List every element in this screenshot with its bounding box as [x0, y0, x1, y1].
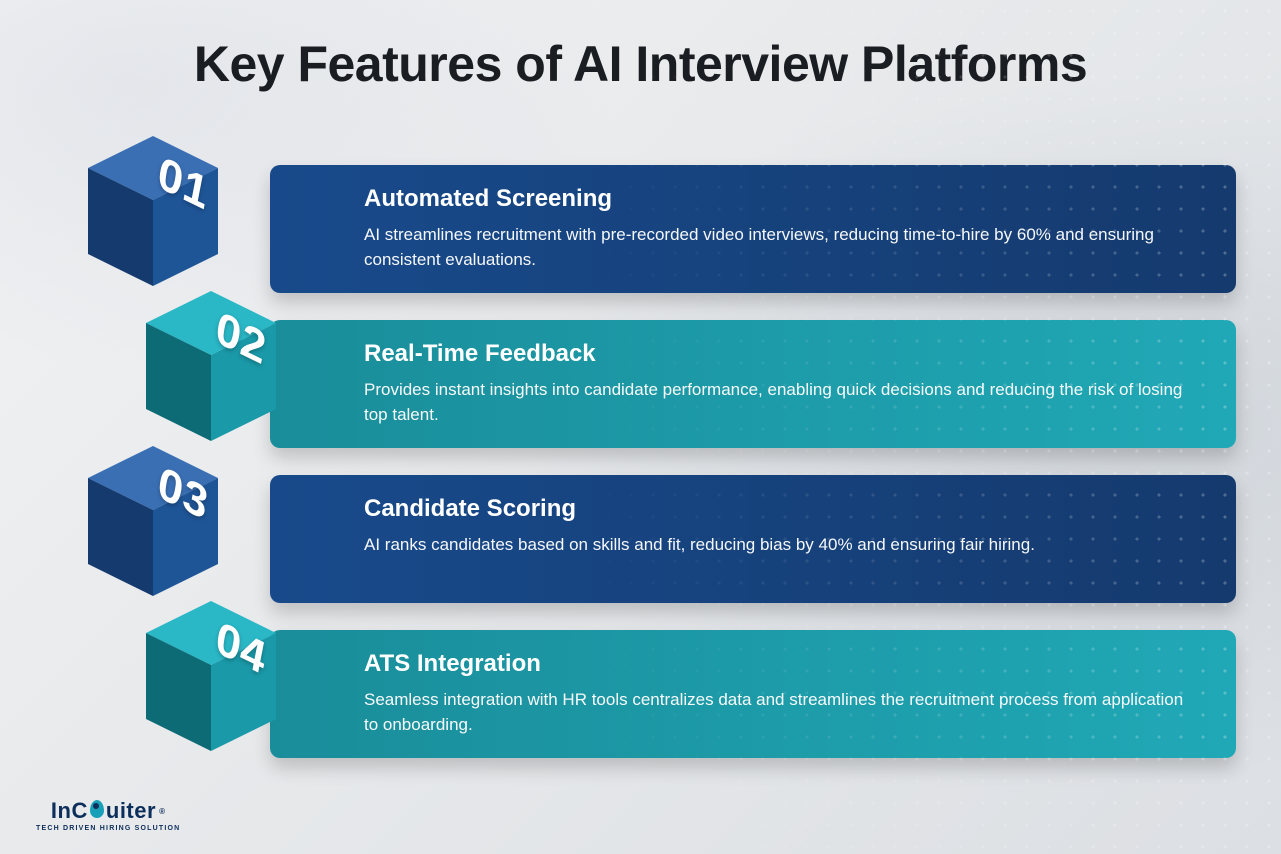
feature-desc: Seamless integration with HR tools centr… [364, 688, 1184, 737]
page-title: Key Features of AI Interview Platforms [0, 35, 1281, 93]
feature-row: Real-Time Feedback Provides instant insi… [0, 305, 1281, 460]
feature-title: Candidate Scoring [364, 495, 1196, 523]
feature-number-cube: 01 [88, 136, 228, 306]
brand-tagline: TECH DRIVEN HIRING SOLUTION [36, 825, 180, 832]
feature-number-cube: 04 [146, 601, 286, 771]
feature-desc: AI streamlines recruitment with pre-reco… [364, 223, 1184, 272]
feature-panel: Candidate Scoring AI ranks candidates ba… [270, 475, 1236, 603]
brand-logo: InC uiter ® TECH DRIVEN HIRING SOLUTION [36, 798, 180, 832]
registered-mark: ® [159, 807, 165, 816]
feature-row: Automated Screening AI streamlines recru… [0, 150, 1281, 305]
logo-pin-icon [90, 800, 104, 818]
feature-title: Automated Screening [364, 185, 1196, 213]
feature-number-cube: 02 [146, 291, 286, 461]
feature-row: ATS Integration Seamless integration wit… [0, 615, 1281, 770]
brand-logo-text: InC uiter ® [51, 798, 166, 824]
feature-panel: Real-Time Feedback Provides instant insi… [270, 320, 1236, 448]
feature-desc: Provides instant insights into candidate… [364, 378, 1184, 427]
logo-text-right: uiter [106, 798, 156, 824]
feature-number-cube: 03 [88, 446, 228, 616]
feature-panel: Automated Screening AI streamlines recru… [270, 165, 1236, 293]
feature-row: Candidate Scoring AI ranks candidates ba… [0, 460, 1281, 615]
feature-panel: ATS Integration Seamless integration wit… [270, 630, 1236, 758]
feature-title: Real-Time Feedback [364, 340, 1196, 368]
feature-title: ATS Integration [364, 650, 1196, 678]
logo-text-left: InC [51, 798, 88, 824]
feature-desc: AI ranks candidates based on skills and … [364, 533, 1184, 558]
feature-list: Automated Screening AI streamlines recru… [0, 150, 1281, 770]
